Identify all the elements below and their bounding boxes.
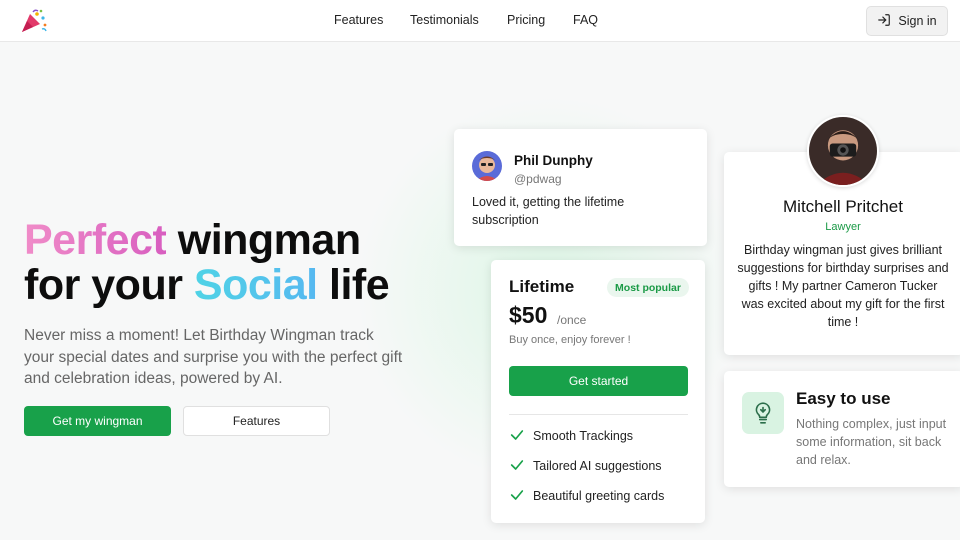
testimonial-card-phil: Phil Dunphy @pdwag Loved it, getting the…	[454, 129, 707, 246]
hero-title-word-perfect: Perfect	[24, 216, 167, 264]
testimonial-name: Mitchell Pritchet	[783, 197, 903, 216]
get-started-button[interactable]: Get started	[509, 366, 688, 396]
avatar	[807, 115, 879, 187]
sign-in-icon	[877, 13, 891, 30]
hero-title-line2-end: life	[317, 261, 390, 309]
plan-period: /once	[557, 313, 587, 327]
lightbulb-icon	[742, 392, 784, 434]
get-my-wingman-button[interactable]: Get my wingman	[24, 406, 171, 436]
check-icon	[509, 427, 525, 446]
hero-subtitle: Never miss a moment! Let Birthday Wingma…	[24, 327, 403, 387]
hero-title: Perfect wingman for your Social life	[24, 218, 454, 308]
top-navbar: Features Testimonials Pricing FAQ Sign i…	[0, 0, 960, 42]
nav-link-pricing[interactable]: Pricing	[507, 13, 545, 27]
feature-text: Nothing complex, just input some informa…	[796, 417, 947, 467]
testimonial-text: Loved it, getting the lifetime subscript…	[472, 195, 625, 227]
sign-in-label: Sign in	[898, 14, 937, 28]
hero-title-line2-start: for your	[24, 261, 194, 309]
plan-feature: Tailored AI suggestions	[509, 457, 662, 475]
plan-feature-label: Tailored AI suggestions	[533, 459, 662, 473]
plan-feature-label: Smooth Trackings	[533, 429, 634, 443]
hero-title-word-social: Social	[193, 261, 318, 309]
plan-note: Buy once, enjoy forever !	[509, 334, 631, 346]
testimonial-text: Birthday wingman just gives brilliant su…	[737, 243, 949, 329]
most-popular-badge: Most popular	[607, 278, 689, 297]
nav-link-testimonials[interactable]: Testimonials	[410, 13, 479, 27]
main-nav: Features Testimonials Pricing FAQ	[0, 0, 960, 42]
check-icon	[509, 487, 525, 506]
testimonial-name: Phil Dunphy	[514, 153, 593, 168]
hero-title-word-wingman: wingman	[166, 216, 361, 264]
nav-link-faq[interactable]: FAQ	[573, 13, 598, 27]
feature-card-easy-to-use: Easy to use Nothing complex, just input …	[724, 371, 960, 487]
divider	[509, 414, 688, 415]
plan-price: $50	[509, 302, 548, 328]
pricing-card-lifetime: Lifetime Most popular $50 /once Buy once…	[491, 260, 705, 523]
testimonial-handle: @pdwag	[514, 172, 562, 186]
feature-title: Easy to use	[796, 389, 891, 408]
plan-feature-label: Beautiful greeting cards	[533, 489, 665, 503]
check-icon	[509, 457, 525, 476]
features-button[interactable]: Features	[183, 406, 330, 436]
avatar	[472, 151, 502, 181]
nav-link-features[interactable]: Features	[334, 13, 383, 27]
plan-feature: Beautiful greeting cards	[509, 487, 664, 505]
testimonial-role: Lawyer	[825, 221, 861, 233]
plan-title: Lifetime	[509, 277, 575, 296]
sign-in-button[interactable]: Sign in	[866, 6, 948, 36]
plan-feature: Smooth Trackings	[509, 427, 633, 445]
